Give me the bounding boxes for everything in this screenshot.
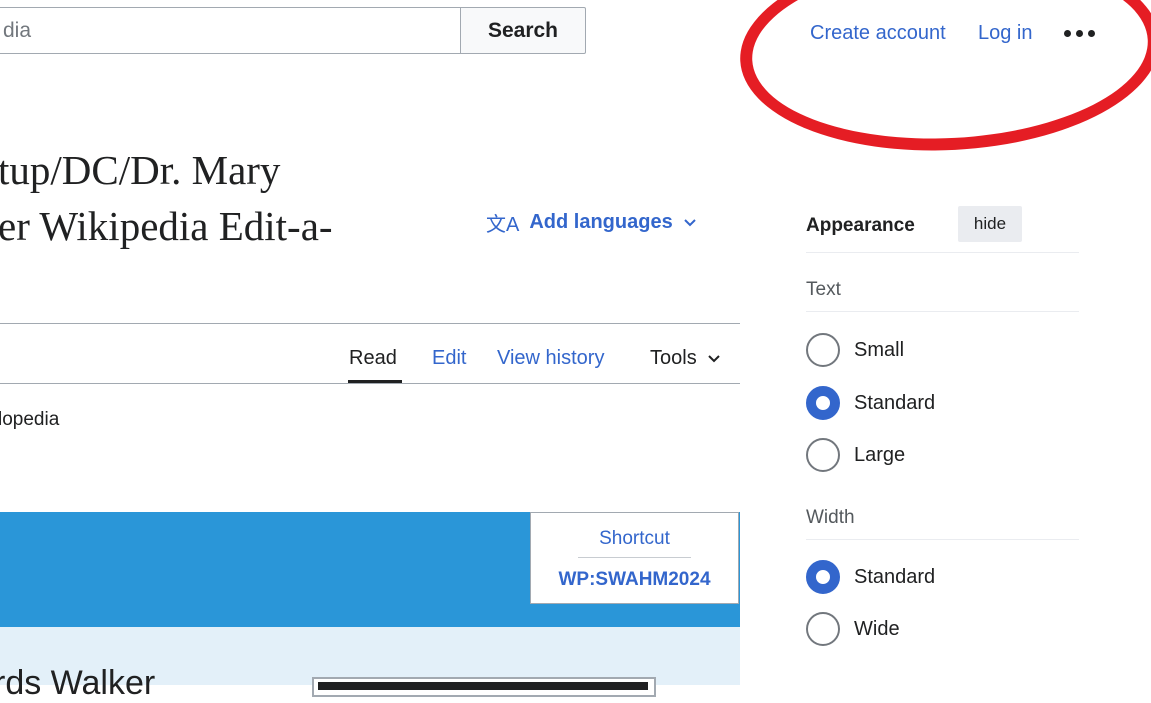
chevron-down-icon — [683, 218, 696, 226]
radio-label: Standard — [854, 565, 936, 588]
title-divider — [0, 323, 740, 324]
add-languages-label: Add languages — [529, 211, 673, 233]
width-option-wide[interactable]: Wide — [806, 612, 900, 646]
width-section-divider — [806, 539, 1079, 540]
width-option-standard[interactable]: Standard — [806, 560, 935, 594]
tab-edit[interactable]: Edit — [432, 347, 466, 370]
tabs-divider — [0, 383, 740, 384]
annotation-circle — [735, 0, 1151, 161]
radio-small[interactable] — [806, 333, 840, 367]
site-tagline: lopedia — [0, 409, 60, 430]
search-input[interactable] — [0, 7, 460, 54]
radio-standard[interactable] — [806, 386, 840, 420]
content-heading-snippet: rds Walker — [0, 664, 156, 702]
radio-large[interactable] — [806, 438, 840, 472]
page-title-line-2: er Wikipedia Edit-a- — [0, 203, 333, 249]
tab-tools[interactable]: Tools — [650, 347, 721, 370]
appearance-divider — [806, 252, 1079, 253]
add-languages-button[interactable]: 文A Add languages — [486, 208, 697, 237]
tab-view-history[interactable]: View history — [497, 347, 604, 370]
chevron-down-icon — [707, 354, 720, 362]
appearance-title: Appearance — [806, 215, 915, 236]
shortcut-code-link[interactable]: WP:SWAHM2024 — [531, 569, 738, 591]
text-section-label: Text — [806, 279, 841, 300]
shortcut-link[interactable]: Shortcut — [531, 528, 738, 550]
translate-icon: 文A — [486, 214, 520, 236]
appearance-hide-button[interactable]: hide — [958, 206, 1022, 242]
shortcut-divider — [578, 557, 691, 558]
shortcut-box: Shortcut WP:SWAHM2024 — [530, 512, 739, 604]
text-option-standard[interactable]: Standard — [806, 386, 935, 420]
radio-label: Standard — [854, 391, 936, 414]
radio-width-wide[interactable] — [806, 612, 840, 646]
text-option-large[interactable]: Large — [806, 438, 905, 472]
width-section-label: Width — [806, 507, 855, 528]
text-option-small[interactable]: Small — [806, 333, 904, 367]
radio-width-standard[interactable] — [806, 560, 840, 594]
tab-read[interactable]: Read — [349, 347, 397, 370]
image — [318, 682, 648, 690]
search-button[interactable]: Search — [460, 7, 586, 54]
page-title-line-1: tup/DC/Dr. Mary — [0, 147, 281, 193]
tools-label: Tools — [650, 347, 697, 369]
radio-label: Small — [854, 338, 905, 361]
radio-label: Large — [854, 443, 906, 466]
radio-label: Wide — [854, 617, 900, 640]
text-section-divider — [806, 311, 1079, 312]
